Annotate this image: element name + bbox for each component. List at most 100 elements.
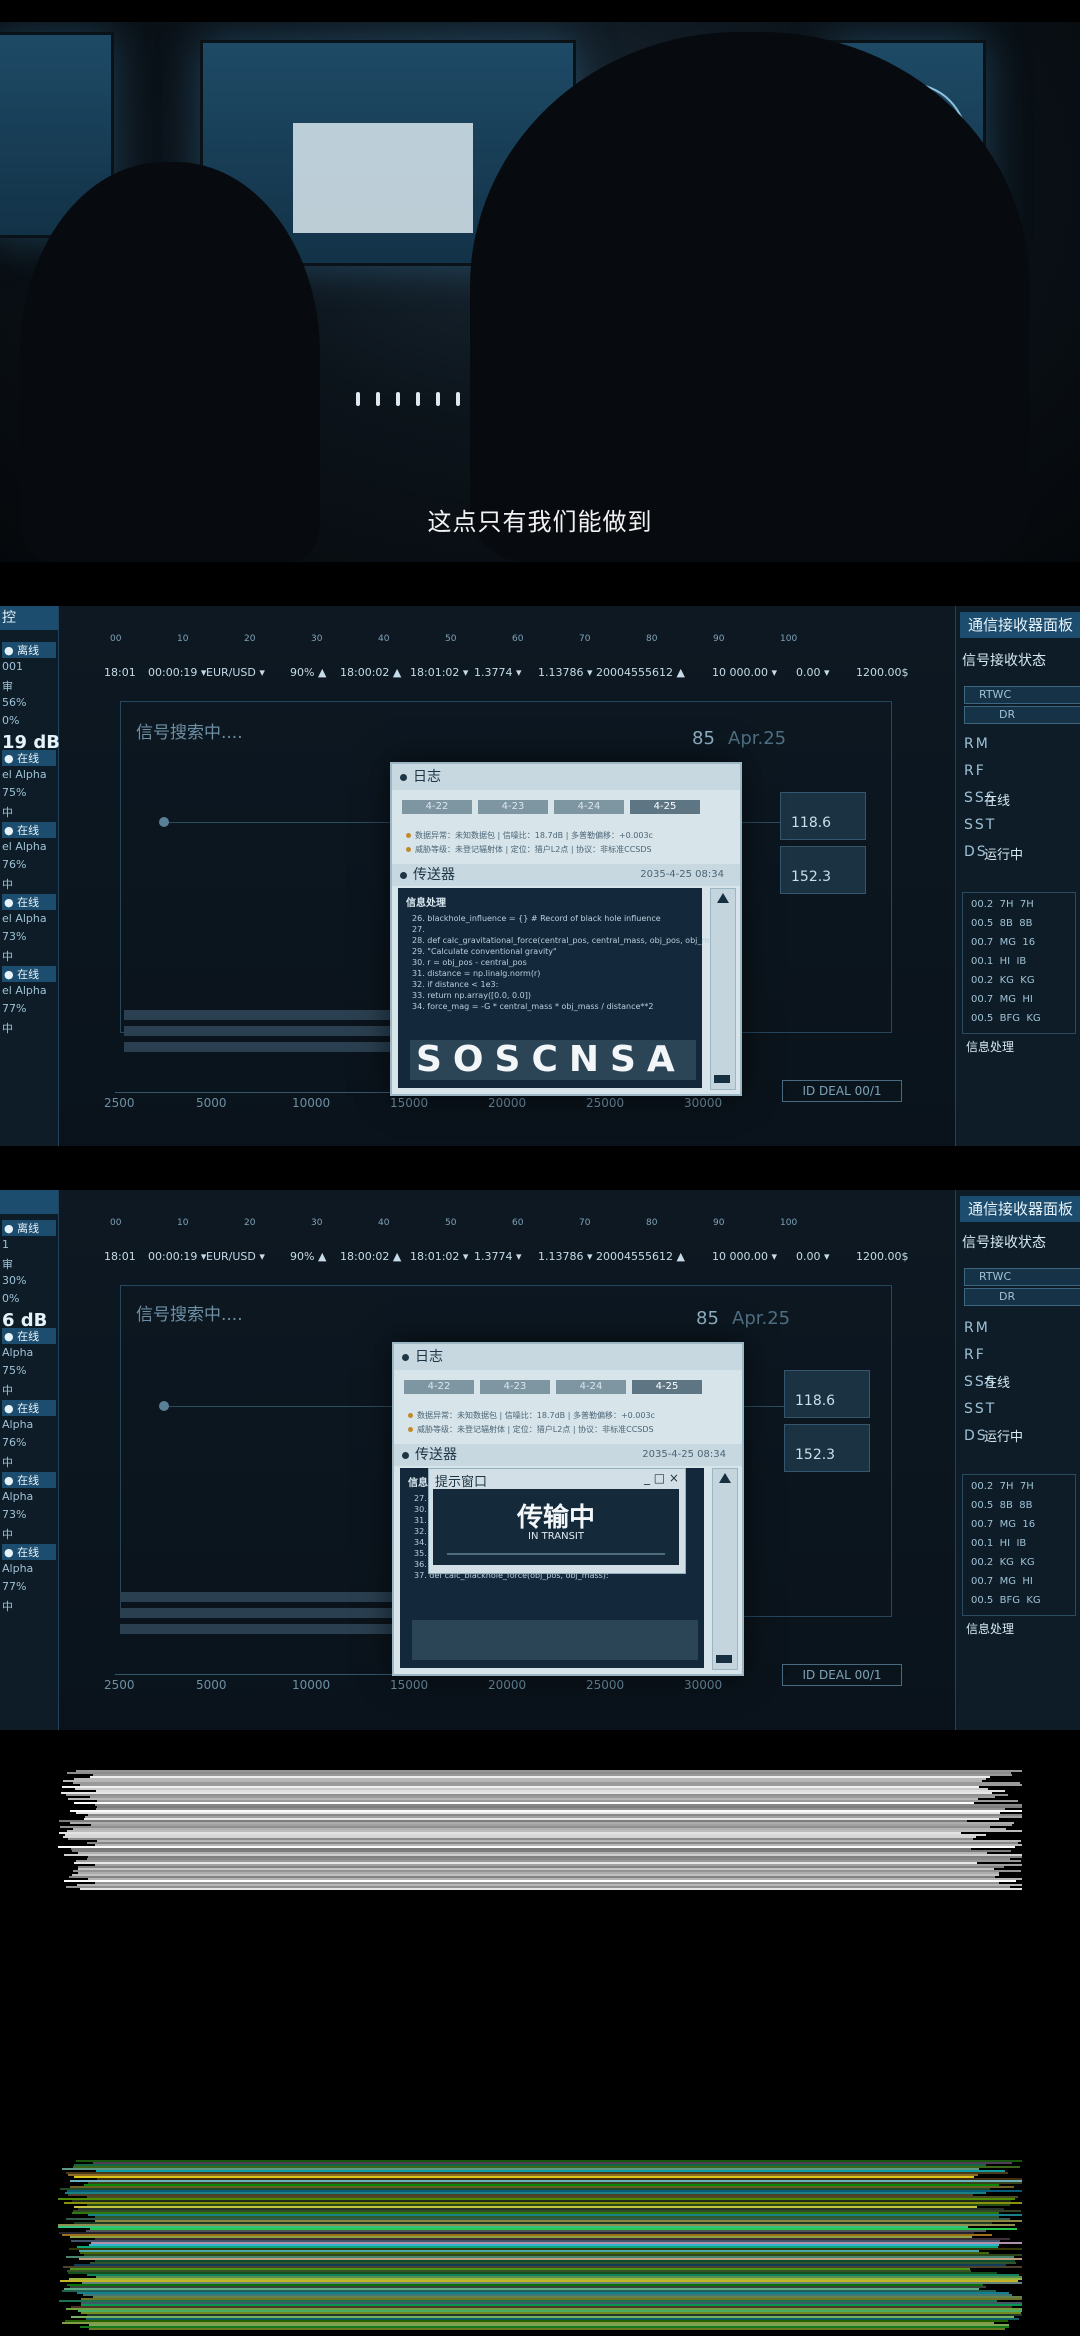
signal-dot xyxy=(159,1401,169,1411)
noise-line xyxy=(87,2196,1018,2198)
noise-line xyxy=(95,2260,1015,2262)
ticker-item: EUR/USD ▾ xyxy=(206,1250,265,1263)
noise-line xyxy=(88,1856,1022,1858)
receiver-row-label: RM xyxy=(964,736,990,752)
scrollbar[interactable] xyxy=(710,888,736,1090)
noise-line xyxy=(71,2240,1000,2242)
noise-line xyxy=(88,2214,1022,2216)
noise-line xyxy=(63,2266,1022,2268)
noise-line xyxy=(84,2254,1022,2256)
noise-line xyxy=(89,2244,999,2246)
ticker-item: 10 000.00 ▾ xyxy=(712,1250,778,1263)
left-status-column: ● 离线 1 审 30% 0% 6 dB ● 在线 Alpha 75% 中 ● 在线 Alpha 76%… xyxy=(0,1190,59,1730)
noise-line xyxy=(77,2246,998,2248)
date-tab[interactable]: 4-24 xyxy=(554,800,624,814)
ticker-item: 0.00 ▾ xyxy=(796,666,830,679)
code-line: 32. if distance < 1e3: xyxy=(412,980,499,989)
noise-line xyxy=(66,2308,1022,2310)
x-tick: 20000 xyxy=(488,1678,527,1692)
receiver-table-row: 00.1 HI IB xyxy=(971,956,1027,967)
log-window[interactable]: 日志 4-22 4-23 4-24 4-25 数据异常：未知数据包 | 信噪比：18.… xyxy=(392,1342,744,1676)
left-row: 中 xyxy=(2,1600,13,1613)
scale-tick: 50 xyxy=(445,634,457,644)
scroll-thumb[interactable] xyxy=(714,1075,730,1083)
noise-line xyxy=(72,2200,1011,2202)
noise-line xyxy=(58,2224,1015,2226)
noise-line xyxy=(61,1792,992,1794)
ticker-item: 90% ▲ xyxy=(290,1250,327,1263)
log-title-bar[interactable]: 日志 xyxy=(392,764,740,790)
noise-line xyxy=(74,2176,974,2178)
receiver-table-row: 00.2 7H 7H xyxy=(971,899,1034,910)
noise-line xyxy=(68,2272,997,2274)
date-tab[interactable]: 4-22 xyxy=(402,800,472,814)
noise-line xyxy=(83,2294,1012,2296)
left-header: 控 xyxy=(0,606,58,630)
left-row: ● 在线 xyxy=(2,822,56,838)
noise-line xyxy=(78,1866,1004,1868)
left-status-column: 控 ● 离线 001 审 56% 0% 19 dB ● 在线 el Alpha 75% 中 ● 在线… xyxy=(0,606,60,1146)
glitch-band-bottom xyxy=(58,2160,1022,2330)
noise-line xyxy=(90,2228,1017,2230)
transit-toast[interactable]: 提示窗口 _ □ × 传输中 IN TRANSIT xyxy=(428,1468,686,1574)
noise-line xyxy=(58,1846,1015,1848)
code-panel: 信息处理 26. blackhole_influence = {} # Reco… xyxy=(398,888,728,1088)
noise-line xyxy=(64,1880,1016,1882)
scroll-up-icon[interactable] xyxy=(719,1473,731,1483)
ticker-item: 00:00:19 ▾ xyxy=(148,1250,207,1263)
x-tick: 5000 xyxy=(196,1678,227,1692)
noise-line xyxy=(79,2258,1022,2260)
chip-rtwc: RTWC xyxy=(964,1268,1080,1286)
noise-line xyxy=(73,1782,1020,1784)
noise-line xyxy=(66,2256,1014,2258)
log-title-bar[interactable]: 日志 xyxy=(394,1344,742,1370)
code-line: 33. return np.array([0.0, 0.0]) xyxy=(412,991,531,1000)
noise-line xyxy=(60,2188,990,2190)
log-window[interactable]: 日志 4-22 4-23 4-24 4-25 数据异常：未知数据包 | 信噪比：18.… xyxy=(390,762,742,1096)
date-tab[interactable]: 4-25 xyxy=(632,1380,702,1394)
noise-line xyxy=(71,2306,1012,2308)
date-tab[interactable]: 4-23 xyxy=(478,800,548,814)
noise-line xyxy=(95,1844,1022,1846)
chip-dr: DR xyxy=(964,1288,1080,1306)
noise-line xyxy=(73,1870,1021,1872)
noise-line xyxy=(95,2238,1010,2240)
scroll-up-icon[interactable] xyxy=(717,893,729,903)
left-row: 76% xyxy=(2,1436,27,1449)
noise-line xyxy=(66,1886,1010,1888)
left-row: 1 xyxy=(2,1238,9,1251)
noise-line xyxy=(59,2232,974,2234)
noise-line xyxy=(65,2320,1008,2322)
scroll-thumb[interactable] xyxy=(716,1655,732,1663)
left-row: Alpha xyxy=(2,1418,34,1431)
noise-line xyxy=(69,2278,1022,2280)
scale-tick: 100 xyxy=(780,634,798,644)
window-controls-icon[interactable]: _ □ × xyxy=(644,1471,679,1485)
noise-line xyxy=(90,2262,1016,2264)
noise-line xyxy=(79,2250,979,2252)
date-tab[interactable]: 4-25 xyxy=(630,800,700,814)
left-row: 中 xyxy=(2,806,13,819)
noise-line xyxy=(96,2170,1005,2172)
date-tab[interactable]: 4-24 xyxy=(556,1380,626,1394)
x-tick: 15000 xyxy=(390,1096,429,1110)
date-tab[interactable]: 4-22 xyxy=(404,1380,474,1394)
date-tabs: 4-22 4-23 4-24 4-25 xyxy=(402,800,708,814)
noise-line xyxy=(80,2326,1009,2328)
log-line-1: 数据异常：未知数据包 | 信噪比：18.7dB | 多普勒偏移：+0.003c xyxy=(406,830,653,841)
noise-line xyxy=(62,2234,992,2236)
code-line: 30. r = obj_pos - central_pos xyxy=(412,958,527,967)
receiver-table-row: 00.1 HI IB xyxy=(971,1538,1027,1549)
noise-line xyxy=(84,2184,999,2186)
noise-line xyxy=(72,1850,1011,1852)
scrollbar[interactable] xyxy=(712,1468,738,1670)
log-line-2: 威胁等级：未登记辐射体 | 定位：猎户L2点 | 协议：非标准CCSDS xyxy=(406,844,652,855)
date-tab[interactable]: 4-23 xyxy=(480,1380,550,1394)
scale-tick: 100 xyxy=(780,1218,798,1228)
noise-line xyxy=(76,1770,1022,1772)
x-tick: 20000 xyxy=(488,1096,527,1110)
scale-tick: 40 xyxy=(378,1218,390,1228)
receiver-subtitle: 信号接收状态 xyxy=(962,653,1046,669)
receiver-row-label: SST xyxy=(964,817,997,833)
noise-line xyxy=(59,2300,997,2302)
